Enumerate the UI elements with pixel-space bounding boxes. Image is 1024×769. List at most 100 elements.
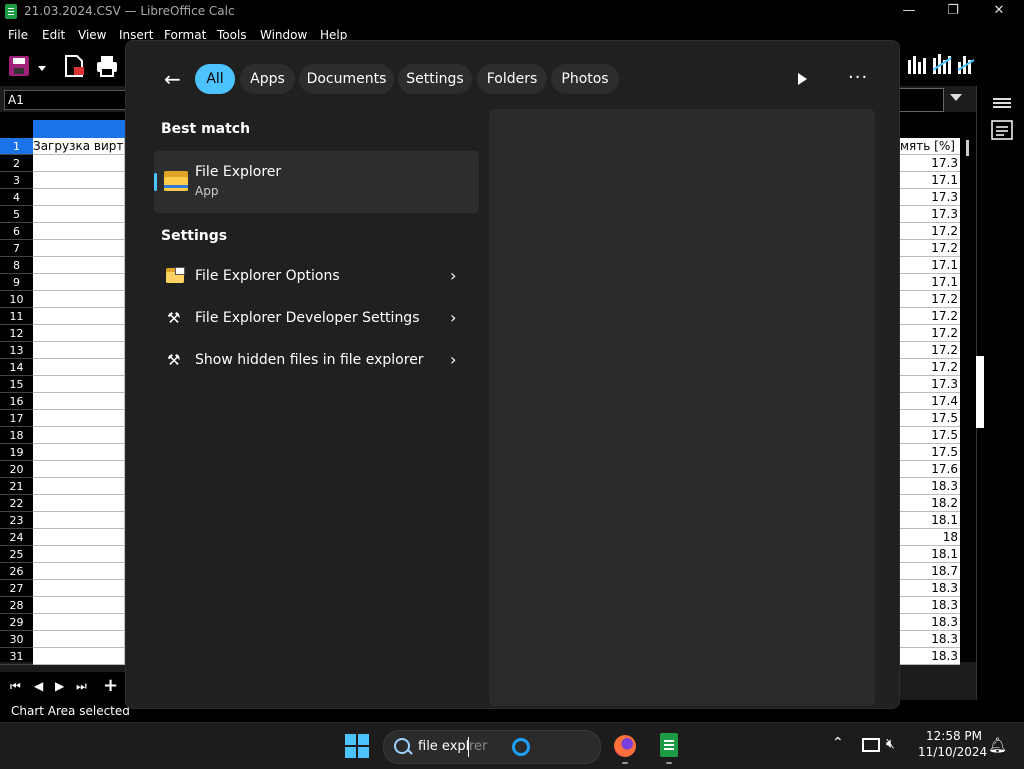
table-cell[interactable]: 17.2 (898, 359, 960, 376)
minimize-button[interactable]: — (886, 0, 932, 24)
table-cell[interactable]: 17.6 (898, 461, 960, 478)
table-cell[interactable]: 18.2 (898, 495, 960, 512)
table-cell[interactable] (33, 648, 125, 665)
table-cell[interactable] (33, 189, 125, 206)
setting-show-hidden-files[interactable]: ⚒ Show hidden files in file explorer › (154, 342, 479, 380)
row-number[interactable]: 2 (0, 155, 33, 172)
back-arrow-icon[interactable]: ← (164, 67, 181, 91)
table-cell[interactable] (33, 257, 125, 274)
table-cell[interactable] (33, 512, 125, 529)
search-query[interactable]: file expl (418, 739, 469, 754)
table-cell[interactable]: 18.7 (898, 563, 960, 580)
column-a-cells[interactable]: Загрузка вирту (33, 138, 125, 665)
table-cell[interactable]: 17.5 (898, 444, 960, 461)
row-number[interactable]: 16 (0, 393, 33, 410)
menu-edit[interactable]: Edit (42, 28, 65, 42)
table-cell[interactable]: 17.5 (898, 427, 960, 444)
table-cell[interactable]: 17.2 (898, 240, 960, 257)
row-number[interactable]: 24 (0, 529, 33, 546)
table-cell[interactable]: 17.2 (898, 308, 960, 325)
filter-all[interactable]: All (195, 64, 235, 94)
search-highlight-icon[interactable] (512, 738, 530, 756)
more-options-icon[interactable]: ··· (848, 67, 868, 88)
table-cell[interactable] (33, 376, 125, 393)
table-cell[interactable] (33, 274, 125, 291)
table-cell[interactable]: 18.3 (898, 580, 960, 597)
table-cell[interactable]: 17.2 (898, 291, 960, 308)
first-sheet-icon[interactable]: ⏮ (10, 679, 21, 694)
row-number[interactable]: 30 (0, 631, 33, 648)
table-cell[interactable]: 17.1 (898, 274, 960, 291)
row-number[interactable]: 1 (0, 138, 33, 155)
prev-sheet-icon[interactable]: ◀ (34, 679, 43, 693)
table-cell[interactable] (33, 461, 125, 478)
next-sheet-icon[interactable]: ▶ (55, 679, 64, 693)
play-icon[interactable] (798, 73, 807, 85)
filter-apps[interactable]: Apps (240, 64, 295, 94)
row-number[interactable]: 21 (0, 478, 33, 495)
table-cell[interactable]: мять [%] (898, 138, 960, 155)
row-number[interactable]: 23 (0, 512, 33, 529)
clock-date[interactable]: 11/10/2024 (918, 745, 987, 759)
table-cell[interactable] (33, 325, 125, 342)
filter-folders[interactable]: Folders (477, 64, 547, 94)
print-icon[interactable] (95, 54, 119, 78)
row-number[interactable]: 9 (0, 274, 33, 291)
row-number[interactable]: 17 (0, 410, 33, 427)
vertical-scrollbar[interactable] (960, 120, 976, 660)
row-number[interactable]: 19 (0, 444, 33, 461)
table-cell[interactable] (33, 172, 125, 189)
table-cell[interactable] (33, 631, 125, 648)
filter-photos[interactable]: Photos (551, 64, 619, 94)
close-button[interactable]: ✕ (976, 0, 1022, 24)
row-number[interactable]: 11 (0, 308, 33, 325)
add-sheet-icon[interactable]: + (103, 675, 118, 696)
table-cell[interactable]: 18.1 (898, 546, 960, 563)
properties-icon[interactable] (991, 120, 1013, 140)
table-cell[interactable]: 18.3 (898, 648, 960, 665)
setting-file-explorer-options[interactable]: File Explorer Options › (154, 258, 479, 296)
table-cell[interactable]: 18 (898, 529, 960, 546)
row-number[interactable]: 3 (0, 172, 33, 189)
table-cell[interactable] (33, 206, 125, 223)
row-number[interactable]: 20 (0, 461, 33, 478)
firefox-icon[interactable] (614, 735, 636, 757)
table-cell[interactable]: 17.1 (898, 257, 960, 274)
table-cell[interactable] (33, 291, 125, 308)
table-cell[interactable] (33, 546, 125, 563)
table-cell[interactable] (33, 359, 125, 376)
start-button[interactable] (345, 734, 369, 758)
row-number[interactable]: 12 (0, 325, 33, 342)
row-number[interactable]: 25 (0, 546, 33, 563)
table-cell[interactable]: 18.3 (898, 597, 960, 614)
row-number[interactable]: 27 (0, 580, 33, 597)
table-cell[interactable] (33, 427, 125, 444)
row-number[interactable]: 10 (0, 291, 33, 308)
table-cell[interactable] (33, 580, 125, 597)
table-cell[interactable]: 18.3 (898, 614, 960, 631)
table-cell[interactable] (33, 223, 125, 240)
table-cell[interactable] (33, 444, 125, 461)
table-cell[interactable] (33, 529, 125, 546)
table-cell[interactable]: 17.3 (898, 206, 960, 223)
last-sheet-icon[interactable]: ⏭ (76, 679, 87, 694)
row-number[interactable]: 28 (0, 597, 33, 614)
best-match-file-explorer[interactable]: File Explorer App (154, 151, 479, 213)
clock-time[interactable]: 12:58 PM (918, 729, 982, 743)
row-number[interactable]: 13 (0, 342, 33, 359)
row-number[interactable]: 14 (0, 359, 33, 376)
row-number[interactable]: 6 (0, 223, 33, 240)
table-cell[interactable] (33, 240, 125, 257)
table-cell[interactable]: 17.3 (898, 155, 960, 172)
taskbar-search-box[interactable]: file expl rer (383, 730, 601, 764)
row-number[interactable]: 29 (0, 614, 33, 631)
notification-bell-icon[interactable]: 🔔︎ (988, 736, 1007, 754)
row-number[interactable]: 4 (0, 189, 33, 206)
show-hidden-icons-chevron-icon[interactable]: ⌃ (832, 735, 844, 751)
column-a-header[interactable] (33, 120, 125, 138)
menu-view[interactable]: View (78, 28, 106, 42)
setting-developer-settings[interactable]: ⚒ File Explorer Developer Settings › (154, 300, 479, 338)
table-cell[interactable]: 17.3 (898, 189, 960, 206)
row-number[interactable]: 18 (0, 427, 33, 444)
libreoffice-calc-taskbar-icon[interactable] (660, 733, 678, 757)
